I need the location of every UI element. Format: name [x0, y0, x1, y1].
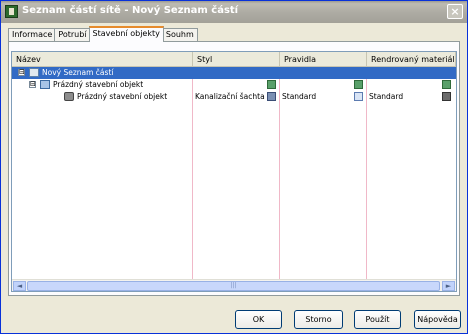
horizontal-scrollbar[interactable]: ◄ ||| ►	[12, 279, 456, 291]
row-style[interactable]: Kanalizační šachta	[195, 91, 265, 103]
tab-strip: Informace Potrubí Stavební objekty Souhm	[8, 26, 198, 42]
tab-informace[interactable]: Informace	[8, 28, 57, 41]
shaft-icon[interactable]	[267, 92, 276, 101]
column-header-material[interactable]: Rendrovaný materiál	[367, 52, 456, 67]
row-name: Nový Seznam částí	[42, 68, 114, 77]
close-button[interactable]: ×	[447, 4, 463, 19]
check-icon[interactable]	[442, 80, 451, 89]
grid-header: Název Styl Pravidla Rendrovaný materiál	[12, 52, 456, 67]
brush-icon[interactable]	[354, 92, 363, 101]
help-button[interactable]: Nápověda	[414, 310, 461, 329]
column-header-rules[interactable]: Pravidla	[280, 52, 367, 67]
dialog-window: Seznam částí sítě - Nový Seznam částí × …	[0, 0, 468, 334]
collapse-toggle[interactable]: ⊟	[29, 81, 36, 88]
layers-icon[interactable]	[442, 92, 451, 101]
tree-row[interactable]: ⊟ Nový Seznam částí	[12, 67, 456, 79]
scroll-left-button[interactable]: ◄	[13, 281, 26, 291]
tab-potrubi[interactable]: Potrubí	[54, 28, 91, 41]
window-title: Seznam částí sítě - Nový Seznam částí	[22, 5, 239, 16]
collapse-toggle[interactable]: ⊟	[18, 69, 25, 76]
parts-grid[interactable]: Název Styl Pravidla Rendrovaný materiál …	[11, 51, 457, 292]
row-name: Prázdný stavební objekt	[53, 80, 144, 89]
title-bar[interactable]: Seznam částí sítě - Nový Seznam částí ×	[1, 1, 467, 23]
check-icon[interactable]	[354, 80, 363, 89]
row-material[interactable]: Standard	[369, 91, 439, 103]
scroll-thumb[interactable]: |||	[27, 281, 440, 291]
object-icon	[64, 92, 74, 101]
tab-souhm[interactable]: Souhm	[161, 28, 198, 41]
ok-button[interactable]: OK	[235, 310, 282, 329]
tree-row[interactable]: ⊟ Prázdný stavební objekt	[12, 79, 456, 91]
scroll-right-button[interactable]: ►	[442, 281, 455, 291]
cancel-button[interactable]: Storno	[294, 310, 343, 329]
structure-icon	[40, 80, 50, 89]
app-icon	[5, 5, 18, 18]
check-icon[interactable]	[267, 80, 276, 89]
tree-row[interactable]: Prázdný stavební objekt Kanalizační šach…	[12, 91, 456, 103]
column-header-style[interactable]: Styl	[193, 52, 280, 67]
tab-stavebni-objekty[interactable]: Stavební objekty	[88, 26, 164, 42]
row-name: Prázdný stavební objekt	[77, 92, 168, 101]
column-header-name[interactable]: Název	[12, 52, 193, 67]
row-rules[interactable]: Standard	[282, 91, 352, 103]
parts-list-icon	[29, 68, 39, 77]
apply-button[interactable]: Použít	[354, 310, 401, 329]
